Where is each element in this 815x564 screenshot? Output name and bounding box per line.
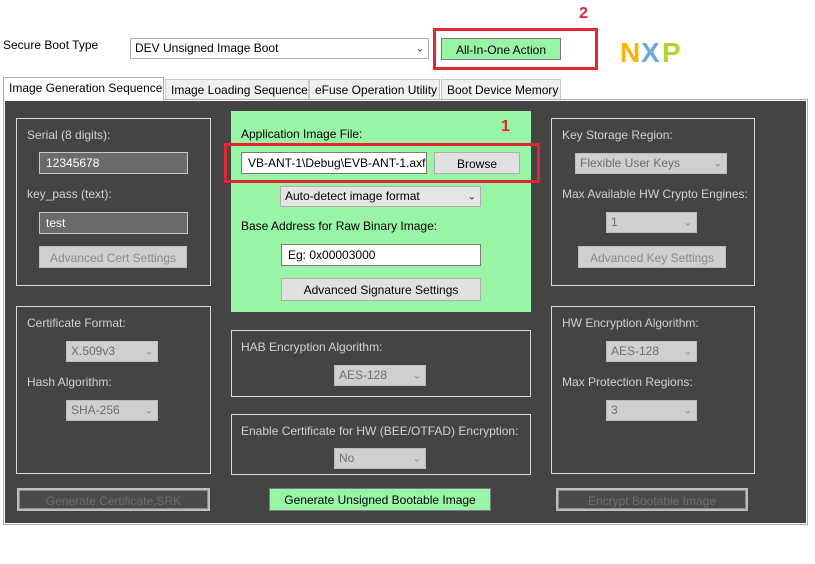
image-format-value: Auto-detect image format bbox=[285, 189, 420, 203]
certificate-format-select[interactable]: X.509v3 ⌄ bbox=[66, 341, 158, 362]
max-protection-regions-value: 3 bbox=[611, 403, 618, 417]
certificate-format-value: X.509v3 bbox=[71, 344, 116, 358]
chevron-down-icon: ⌄ bbox=[144, 346, 153, 357]
hw-encryption-group bbox=[551, 306, 755, 474]
hash-algorithm-label: Hash Algorithm: bbox=[27, 375, 112, 389]
tab-boot-device-memory[interactable]: Boot Device Memory bbox=[441, 79, 561, 100]
nxp-logo: N X P bbox=[620, 37, 690, 68]
serial-input[interactable]: 12345678 bbox=[39, 152, 188, 174]
hab-encryption-label: HAB Encryption Algorithm: bbox=[241, 340, 383, 354]
max-crypto-engines-value: 1 bbox=[611, 215, 618, 229]
hw-encryption-value: AES-128 bbox=[611, 344, 660, 358]
certificate-format-label: Certificate Format: bbox=[27, 316, 126, 330]
tab-image-loading-sequence[interactable]: Image Loading Sequence bbox=[165, 79, 309, 100]
secure-boot-type-select[interactable]: DEV Unsigned Image Boot ⌄ bbox=[130, 38, 429, 59]
keypass-input[interactable]: test bbox=[39, 212, 188, 234]
advanced-key-settings-button[interactable]: Advanced Key Settings bbox=[578, 246, 726, 268]
annotation-marker-1: 1 bbox=[501, 118, 510, 135]
chevron-down-icon: ⌄ bbox=[412, 453, 421, 464]
key-storage-select[interactable]: Flexible User Keys ⌄ bbox=[575, 153, 727, 174]
keypass-label: key_pass (text): bbox=[27, 187, 112, 201]
max-protection-regions-select[interactable]: 3 ⌄ bbox=[606, 400, 697, 421]
max-protection-regions-label: Max Protection Regions: bbox=[562, 375, 693, 389]
encrypt-bootable-image-button[interactable]: Encrypt Bootable Image bbox=[556, 488, 748, 511]
chevron-down-icon: ⌄ bbox=[144, 405, 153, 416]
serial-label: Serial (8 digits): bbox=[27, 128, 111, 142]
advanced-signature-settings-button[interactable]: Advanced Signature Settings bbox=[281, 278, 481, 301]
enable-certificate-select[interactable]: No ⌄ bbox=[334, 448, 426, 469]
annotation-box-1 bbox=[224, 143, 540, 183]
hash-algorithm-value: SHA-256 bbox=[71, 403, 120, 417]
key-storage-label: Key Storage Region: bbox=[562, 128, 673, 142]
base-address-input[interactable]: Eg: 0x00003000 bbox=[281, 244, 481, 266]
certificate-hash-group bbox=[16, 306, 211, 474]
annotation-box-2 bbox=[433, 28, 598, 70]
svg-text:N: N bbox=[620, 38, 640, 68]
chevron-down-icon: ⌄ bbox=[412, 370, 421, 381]
enable-certificate-value: No bbox=[339, 451, 355, 465]
chevron-down-icon: ⌄ bbox=[683, 405, 692, 416]
chevron-down-icon: ⌄ bbox=[683, 346, 692, 357]
hab-encryption-select[interactable]: AES-128 ⌄ bbox=[334, 365, 426, 386]
hw-encryption-select[interactable]: AES-128 ⌄ bbox=[606, 341, 697, 362]
tab-efuse-operation-utility[interactable]: eFuse Operation Utility bbox=[309, 79, 440, 100]
application-image-label: Application Image File: bbox=[241, 127, 363, 141]
image-format-select[interactable]: Auto-detect image format ⌄ bbox=[280, 186, 481, 207]
hab-encryption-value: AES-128 bbox=[339, 368, 388, 382]
base-address-label: Base Address for Raw Binary Image: bbox=[241, 219, 438, 233]
chevron-down-icon: ⌄ bbox=[415, 43, 424, 54]
secure-boot-type-label: Secure Boot Type bbox=[3, 38, 99, 52]
secure-boot-type-value: DEV Unsigned Image Boot bbox=[135, 41, 279, 55]
hash-algorithm-select[interactable]: SHA-256 ⌄ bbox=[66, 400, 158, 421]
generate-unsigned-bootable-image-button[interactable]: Generate Unsigned Bootable Image bbox=[269, 488, 491, 511]
annotation-marker-2: 2 bbox=[579, 5, 588, 22]
generate-certificate-srk-button[interactable]: Generate Certificate,SRK bbox=[17, 488, 210, 511]
svg-text:P: P bbox=[662, 38, 681, 68]
chevron-down-icon: ⌄ bbox=[713, 158, 722, 169]
enable-certificate-label: Enable Certificate for HW (BEE/OTFAD) En… bbox=[241, 424, 519, 438]
chevron-down-icon: ⌄ bbox=[683, 217, 692, 228]
key-storage-value: Flexible User Keys bbox=[580, 156, 681, 170]
hw-encryption-label: HW Encryption Algorithm: bbox=[562, 316, 699, 330]
advanced-cert-settings-button[interactable]: Advanced Cert Settings bbox=[39, 246, 187, 268]
tab-image-generation-sequence[interactable]: Image Generation Sequence bbox=[3, 77, 164, 101]
max-crypto-engines-label: Max Available HW Crypto Engines: bbox=[562, 187, 748, 201]
svg-text:X: X bbox=[641, 38, 660, 68]
chevron-down-icon: ⌄ bbox=[467, 191, 476, 202]
max-crypto-engines-select[interactable]: 1 ⌄ bbox=[606, 212, 697, 233]
